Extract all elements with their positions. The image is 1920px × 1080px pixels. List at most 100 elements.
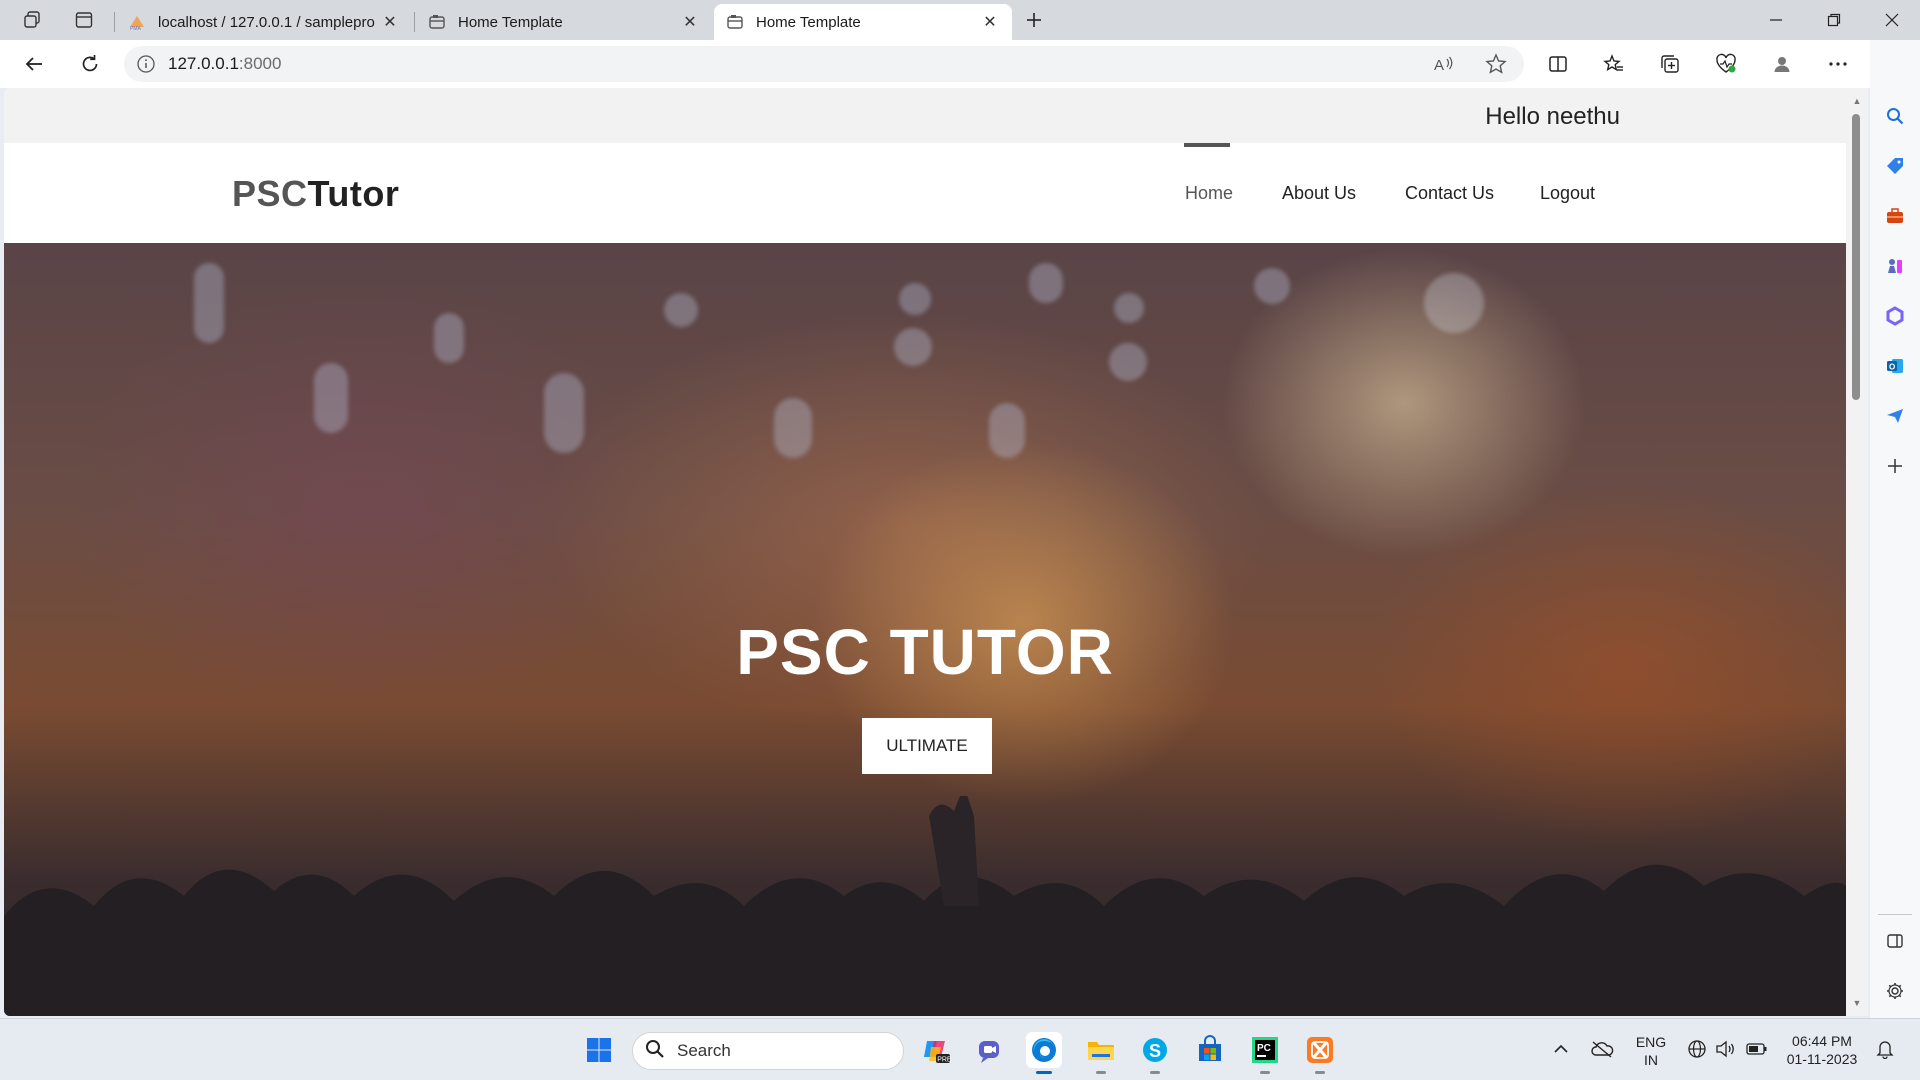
- settings-more-icon[interactable]: [1820, 48, 1856, 80]
- running-app-indicator: [1096, 1071, 1106, 1074]
- add-sidebar-app-icon[interactable]: [1879, 450, 1911, 482]
- xampp-icon[interactable]: [1302, 1032, 1338, 1074]
- bokeh-light: [434, 313, 464, 363]
- tab-actions-icon[interactable]: [66, 6, 102, 34]
- teams-chat-icon[interactable]: [972, 1032, 1008, 1068]
- volume-speaker-icon[interactable]: [1715, 1037, 1737, 1061]
- running-app-indicator: [1260, 1071, 1270, 1074]
- page-scrollbar[interactable]: ▲ ▼: [1846, 88, 1868, 1016]
- close-window-icon[interactable]: [1864, 0, 1920, 40]
- edge-sidebar: O: [1870, 40, 1920, 1018]
- microsoft-store-icon[interactable]: [1192, 1032, 1228, 1068]
- browser-essentials-icon[interactable]: [1708, 48, 1744, 80]
- hero-banner: PSC TUTOR ULTIMATE: [4, 243, 1846, 1016]
- minimize-icon[interactable]: [1748, 0, 1804, 40]
- greeting-text: Hello neethu: [1485, 103, 1620, 130]
- site-info-icon[interactable]: [124, 54, 168, 74]
- refresh-icon[interactable]: [72, 48, 108, 80]
- url-host: 127.0.0.1: [168, 54, 239, 73]
- svg-text:PMA: PMA: [130, 26, 142, 31]
- page-icon: [428, 13, 446, 31]
- games-chess-icon[interactable]: [1879, 250, 1911, 282]
- bokeh-light: [899, 283, 931, 315]
- nav-logout-link[interactable]: Logout: [1540, 183, 1595, 204]
- split-screen-icon[interactable]: [1540, 48, 1576, 80]
- hide-sidebar-icon[interactable]: [1879, 925, 1911, 957]
- favorite-star-icon[interactable]: [1478, 46, 1514, 82]
- scroll-up-arrow-icon[interactable]: ▲: [1850, 94, 1864, 108]
- profile-avatar-icon[interactable]: [1764, 48, 1800, 80]
- tab-home-template-1[interactable]: Home Template ✕: [416, 4, 712, 40]
- file-explorer-icon[interactable]: [1083, 1032, 1119, 1074]
- hero-title: PSC TUTOR: [736, 616, 1114, 688]
- browser-toolbar: 127.0.0.1:8000 A: [0, 40, 1920, 88]
- taskbar-search-input[interactable]: Search: [632, 1032, 904, 1070]
- workspaces-icon[interactable]: [14, 6, 50, 34]
- bokeh-light: [664, 293, 698, 327]
- url-text: 127.0.0.1:8000: [168, 54, 281, 74]
- start-windows-icon[interactable]: [581, 1032, 617, 1068]
- tab-home-template-2[interactable]: Home Template ✕: [714, 4, 1012, 40]
- clock[interactable]: 06:44 PM 01-11-2023: [1782, 1032, 1862, 1068]
- svg-text:S: S: [1149, 1041, 1161, 1061]
- address-bar[interactable]: 127.0.0.1:8000 A: [124, 46, 1524, 82]
- scrollbar-thumb[interactable]: [1852, 114, 1860, 400]
- nav-home-link[interactable]: Home: [1185, 183, 1233, 204]
- clock-time: 06:44 PM: [1792, 1033, 1852, 1049]
- onedrive-offline-icon[interactable]: [1589, 1037, 1615, 1061]
- sidebar-settings-gear-icon[interactable]: [1879, 975, 1911, 1007]
- favorites-icon[interactable]: [1596, 48, 1632, 80]
- battery-icon[interactable]: [1745, 1037, 1769, 1061]
- tab-phpmyadmin[interactable]: PMA localhost / 127.0.0.1 / samplepro ✕: [116, 4, 412, 40]
- page-icon: [726, 13, 744, 31]
- language-code: ENG: [1635, 1034, 1667, 1050]
- restore-icon[interactable]: [1806, 0, 1862, 40]
- tab-title: localhost / 127.0.0.1 / samplepro: [158, 13, 375, 31]
- close-tab-icon[interactable]: ✕: [980, 12, 1000, 32]
- logo-tutor: Tutor: [307, 173, 400, 214]
- svg-text:A: A: [1434, 57, 1444, 74]
- read-aloud-icon[interactable]: A: [1426, 46, 1462, 82]
- nav-contact-us-link[interactable]: Contact Us: [1405, 183, 1494, 204]
- outlook-icon[interactable]: O: [1879, 350, 1911, 382]
- collections-icon[interactable]: [1652, 48, 1688, 80]
- show-hidden-icons-chevron-icon[interactable]: [1551, 1037, 1571, 1061]
- site-navbar: PSCTutor Home About Us Contact Us Logout: [4, 143, 1846, 243]
- search-placeholder: Search: [677, 1041, 731, 1060]
- bokeh-light: [1114, 293, 1144, 323]
- search-icon[interactable]: [1879, 100, 1911, 132]
- pycharm-icon[interactable]: PC: [1247, 1032, 1283, 1074]
- ultimate-button[interactable]: ULTIMATE: [862, 718, 992, 774]
- shopping-tag-icon[interactable]: [1879, 150, 1911, 182]
- running-app-indicator: [1315, 1071, 1325, 1074]
- new-tab-icon[interactable]: [1016, 6, 1052, 34]
- skype-icon[interactable]: S: [1137, 1032, 1173, 1074]
- svg-text:O: O: [1889, 363, 1895, 372]
- bokeh-light: [314, 363, 348, 433]
- nav-active-indicator: [1184, 143, 1230, 147]
- url-port: :8000: [238, 54, 282, 73]
- language-indicator[interactable]: ENG IN: [1633, 1033, 1669, 1069]
- bokeh-light: [989, 403, 1025, 458]
- region-code: IN: [1644, 1052, 1658, 1068]
- bokeh-light: [1109, 343, 1147, 381]
- microsoft365-icon[interactable]: [1879, 300, 1911, 332]
- drop-send-icon[interactable]: [1879, 400, 1911, 432]
- bokeh-light: [894, 328, 932, 366]
- bokeh-light: [1254, 268, 1290, 304]
- close-tab-icon[interactable]: ✕: [680, 12, 700, 32]
- tools-briefcase-icon[interactable]: [1879, 200, 1911, 232]
- edge-browser-icon[interactable]: [1026, 1032, 1062, 1074]
- close-tab-icon[interactable]: ✕: [380, 12, 400, 32]
- svg-text:PC: PC: [1257, 1043, 1271, 1054]
- crowd-silhouette: [4, 796, 1846, 1016]
- network-globe-icon[interactable]: [1686, 1037, 1708, 1061]
- copilot-preview-icon[interactable]: PRE: [918, 1032, 954, 1068]
- back-icon[interactable]: [16, 48, 52, 80]
- scroll-down-arrow-icon[interactable]: ▼: [1850, 996, 1864, 1010]
- site-logo[interactable]: PSCTutor: [232, 173, 399, 215]
- notifications-bell-icon[interactable]: [1874, 1037, 1896, 1061]
- nav-about-us-link[interactable]: About Us: [1282, 183, 1356, 204]
- top-greeting-bar: Hello neethu: [4, 88, 1846, 143]
- clock-date: 01-11-2023: [1786, 1051, 1858, 1067]
